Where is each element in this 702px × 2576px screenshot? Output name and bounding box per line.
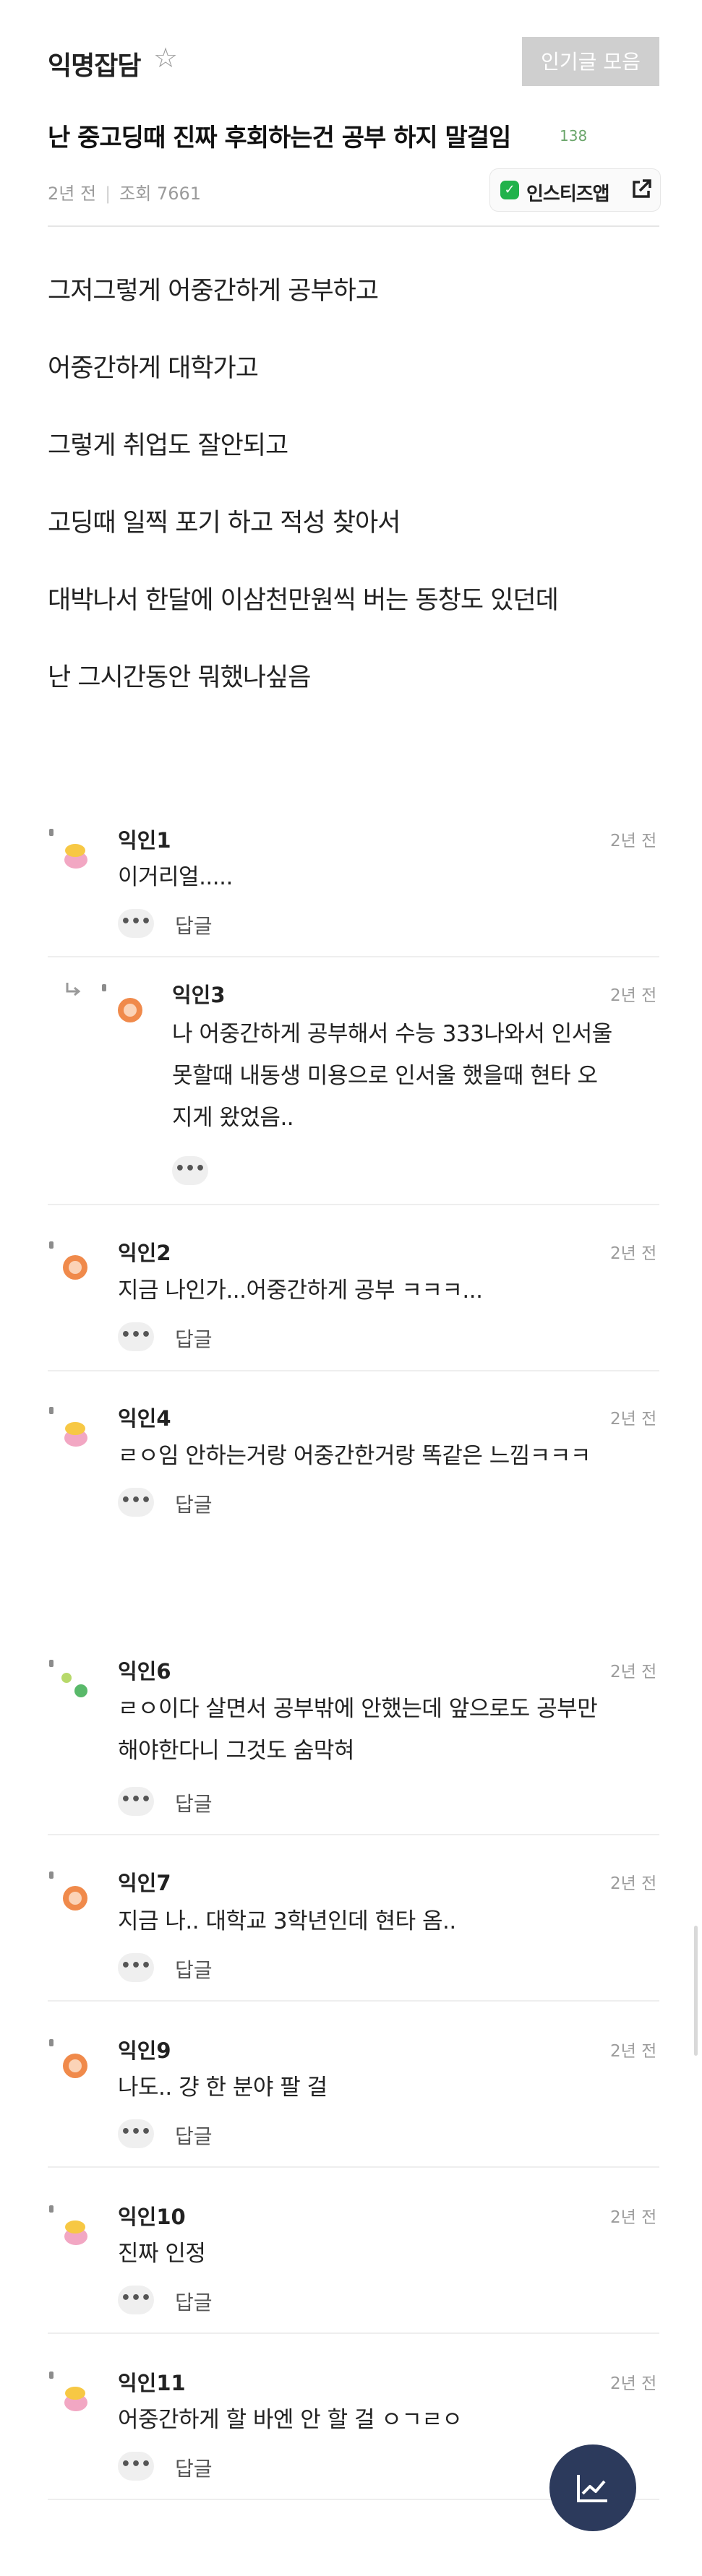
avatar-icon	[64, 844, 87, 869]
reply-button[interactable]: 답글	[175, 1324, 213, 1353]
comment-text: 지금 나인가...어중간하게 공부 ㅋㅋㅋ...	[118, 1278, 483, 1304]
comment-divider	[48, 2166, 659, 2168]
reply-button[interactable]: 답글	[175, 2121, 213, 2150]
reply-button[interactable]: 답글	[175, 2287, 213, 2316]
comment-time: 2년 전	[610, 1244, 657, 1263]
post-body-line: 고딩때 일찍 포기 하고 적성 찾아서	[48, 509, 401, 538]
avatar-icon	[63, 1255, 87, 1280]
comment-marker	[49, 1871, 53, 1879]
avatar-icon	[63, 2054, 87, 2078]
trending-fab-button[interactable]	[549, 2444, 636, 2531]
instiz-app-label: 인스티즈앱	[526, 184, 610, 205]
more-options-icon[interactable]: •••	[118, 1953, 154, 1982]
comment-time: 2년 전	[610, 1410, 657, 1429]
post-body-line: 그렇게 취업도 잘안되고	[48, 431, 288, 460]
avatar-icon	[64, 2387, 87, 2411]
more-options-icon[interactable]: •••	[118, 2452, 154, 2481]
comment-text: 나 어중간하게 공부해서 수능 333나와서 인서울	[172, 1021, 612, 1047]
comment-text: 어중간하게 할 바엔 안 할 걸 ㅇㄱㄹㅇ	[118, 2407, 463, 2433]
comment-text: ㄹㅇ임 안하는거랑 어중간한거랑 똑같은 느낌ㅋㅋㅋ	[118, 1443, 591, 1469]
avatar-icon	[61, 1673, 87, 1697]
comment-author: 익인10	[118, 2205, 186, 2229]
instiz-app-button[interactable]: ✓ 인스티즈앱	[489, 168, 661, 212]
comment-author: 익인4	[118, 1406, 171, 1431]
comment-author: 익인2	[118, 1241, 171, 1265]
comment-divider	[48, 1370, 659, 1371]
comment-marker	[49, 2372, 53, 2379]
avatar-icon	[63, 1886, 87, 1911]
post-body-line: 어중간하게 대학가고	[48, 354, 259, 383]
avatar-icon	[64, 2220, 87, 2245]
chart-trend-icon	[577, 2475, 607, 2502]
comment-marker	[49, 2039, 53, 2046]
external-link-icon	[633, 179, 651, 198]
post-body-line: 대박나서 한달에 이삼천만원씩 버는 동창도 있던데	[48, 586, 559, 615]
more-options-icon[interactable]: •••	[118, 1322, 154, 1351]
more-options-icon[interactable]: •••	[118, 909, 154, 938]
comment-text: ㄹㅇ이다 살면서 공부밖에 안했는데 앞으로도 공부만	[118, 1696, 598, 1722]
comment-time: 2년 전	[610, 832, 657, 850]
instiz-app-icon: ✓	[500, 181, 519, 199]
comment-author: 익인7	[118, 1871, 171, 1895]
post-body-line: 난 그시간동안 뭐했나싶음	[48, 663, 311, 692]
post-body-line: 그저그렇게 어중간하게 공부하고	[48, 277, 379, 306]
comment-time: 2년 전	[610, 2208, 657, 2227]
comment-author: 익인3	[172, 983, 226, 1007]
header-divider	[48, 225, 659, 227]
comment-marker	[49, 829, 53, 836]
reply-button[interactable]: 답글	[175, 910, 213, 939]
comment-marker	[49, 2205, 53, 2213]
avatar-icon	[118, 998, 142, 1022]
scrollbar-thumb[interactable]	[694, 1926, 698, 2056]
post-title: 난 중고딩때 진짜 후회하는건 공부 하지 말걸임	[48, 124, 511, 152]
post-page: 익명잡담 ☆ 인기글 모음 난 중고딩때 진짜 후회하는건 공부 하지 말걸임 …	[0, 0, 702, 2576]
popular-posts-button[interactable]: 인기글 모음	[522, 37, 659, 86]
comment-text: 지게 왔었음..	[172, 1105, 294, 1131]
more-options-icon[interactable]: •••	[118, 2119, 154, 2148]
post-comment-count: 138	[560, 127, 588, 145]
comment-time: 2년 전	[610, 2374, 657, 2393]
comment-text: 이거리얼.....	[118, 864, 233, 890]
comment-time: 2년 전	[610, 2042, 657, 2061]
reply-arrow-icon	[66, 983, 81, 996]
comment-divider	[48, 956, 659, 957]
meta-separator: |	[105, 184, 111, 204]
comment-divider	[48, 1834, 659, 1835]
post-views: 조회 7661	[119, 184, 202, 204]
comment-author: 익인11	[118, 2371, 186, 2395]
comment-divider	[48, 2000, 659, 2002]
more-options-icon[interactable]: •••	[118, 2286, 154, 2314]
comment-text: 해야한다니 그것도 숨막혀	[118, 1738, 354, 1764]
comment-author: 익인9	[118, 2038, 171, 2063]
comment-text: 지금 나.. 대학교 3학년인데 현타 옴..	[118, 1908, 456, 1934]
comment-marker	[49, 1407, 53, 1414]
comment-time: 2년 전	[610, 1874, 657, 1893]
comment-marker	[49, 1660, 53, 1667]
post-time: 2년 전	[48, 184, 97, 204]
comment-divider	[48, 2332, 659, 2334]
favorite-star-icon[interactable]: ☆	[153, 43, 182, 72]
reply-button[interactable]: 답글	[175, 1788, 213, 1817]
comment-marker	[102, 984, 106, 991]
comment-text: 못할때 내동생 미용으로 인서울 했을때 현타 오	[172, 1063, 598, 1089]
comment-author: 익인6	[118, 1659, 171, 1684]
comment-author: 익인1	[118, 828, 171, 853]
comment-marker	[49, 1241, 53, 1249]
more-options-icon[interactable]: •••	[172, 1156, 208, 1185]
more-options-icon[interactable]: •••	[118, 1488, 154, 1517]
reply-button[interactable]: 답글	[175, 1955, 213, 1983]
more-options-icon[interactable]: •••	[118, 1787, 154, 1816]
comment-text: 나도.. 걍 한 분야 팔 걸	[118, 2075, 328, 2101]
reply-button[interactable]: 답글	[175, 2453, 213, 2482]
comment-text: 진짜 인정	[118, 2241, 206, 2267]
board-title[interactable]: 익명잡담	[48, 45, 141, 82]
comment-divider	[48, 1204, 659, 1205]
comment-time: 2년 전	[610, 1663, 657, 1681]
avatar-icon	[64, 1422, 87, 1447]
comment-time: 2년 전	[610, 986, 657, 1005]
post-meta: 2년 전 | 조회 7661	[48, 179, 201, 204]
reply-button[interactable]: 답글	[175, 1489, 213, 1518]
